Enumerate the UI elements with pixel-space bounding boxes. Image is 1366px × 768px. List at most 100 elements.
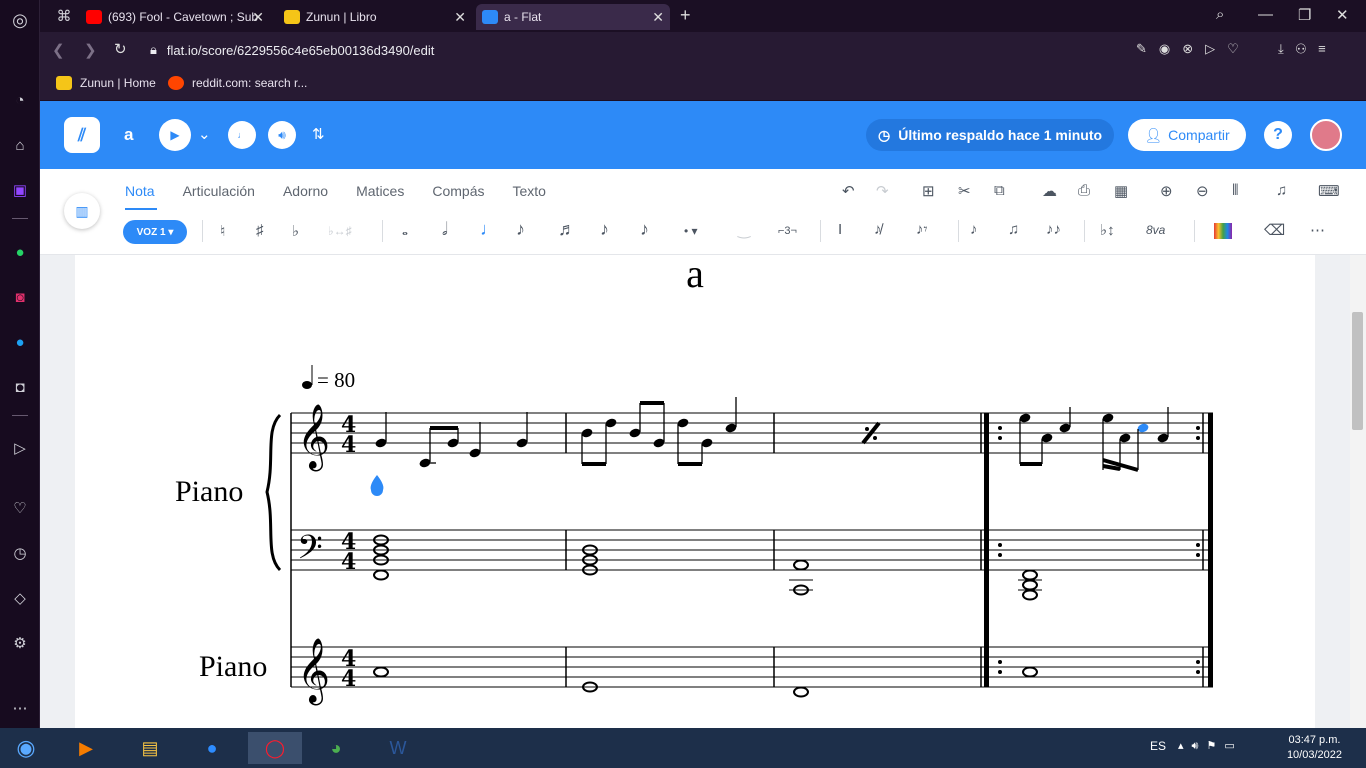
explorer-icon[interactable]: ▤ — [130, 732, 170, 764]
tab-compas[interactable]: Compás — [432, 183, 484, 199]
voice-selector[interactable]: VOZ 1 ▾ — [123, 220, 187, 244]
opera-icon[interactable]: ◯ — [248, 732, 302, 764]
player-icon[interactable]: ▷ — [8, 436, 32, 460]
tie-icon[interactable]: ‿ — [738, 221, 750, 239]
heart-icon[interactable]: ♡ — [8, 496, 32, 520]
metronome-button[interactable]: ♩ — [228, 121, 256, 149]
sixteenth-note-icon[interactable]: ♬ — [558, 219, 576, 240]
new-tab-icon[interactable]: + — [680, 5, 691, 26]
volume-button[interactable]: 🔊︎ — [268, 121, 296, 149]
back-icon[interactable]: ❮ — [52, 41, 65, 59]
grace-note-icon[interactable]: ♪ — [970, 221, 978, 238]
dot-icon[interactable]: • ▾ — [684, 224, 698, 238]
twitch-icon[interactable]: ▣ — [8, 178, 32, 202]
half-note-icon[interactable]: 𝅗𝅥 — [442, 219, 448, 240]
tab-adorno[interactable]: Adorno — [283, 183, 328, 199]
tab-articulacion[interactable]: Articulación — [183, 183, 255, 199]
score-name[interactable]: a — [124, 125, 133, 145]
instruments-icon[interactable]: ♫ — [1276, 182, 1287, 199]
briefcase-icon[interactable]: ⌂ — [8, 133, 32, 157]
piano-keyboard-button[interactable]: ▥ — [64, 193, 100, 229]
ottava-button[interactable]: 8va — [1146, 223, 1165, 237]
tab-zunun[interactable]: Zunun | Libro ✕ — [278, 4, 472, 30]
cursor-icon[interactable]: I — [838, 221, 842, 238]
rest-icon[interactable]: ♪𝄾 — [916, 221, 928, 238]
browser-actions[interactable]: ⤓⚇≡ — [1278, 41, 1338, 57]
cut-icon[interactable]: ✂ — [958, 182, 971, 200]
help-button[interactable]: ? — [1264, 121, 1292, 149]
enharmonic-icon[interactable]: ♭↔♯ — [328, 224, 352, 238]
transpose-icon[interactable]: ♭↕ — [1100, 221, 1115, 239]
discord-icon[interactable]: ◘ — [8, 375, 32, 399]
url-field[interactable]: 🔒︎ flat.io/score/6229556c4e65eb00136d349… — [150, 32, 434, 68]
export-icon[interactable]: ☁ — [1042, 182, 1057, 200]
add-measure-icon[interactable]: ⊞ — [922, 182, 935, 200]
tab-flat[interactable]: a - Flat ✕ — [476, 4, 670, 30]
tuplet-button[interactable]: ⌐3¬ — [778, 225, 797, 237]
view-mode-icon[interactable]: ⦀ — [1232, 182, 1239, 199]
zoom-out-icon[interactable]: ⊖ — [1196, 182, 1209, 200]
clear-icon[interactable]: ⌫ — [1264, 221, 1285, 239]
score-page[interactable]: a = 80 Piano Piano 𝄞 𝄢 𝄞 4 4 4 4 4 4 — [75, 251, 1315, 728]
sixty-fourth-note-icon[interactable]: ♪ — [640, 219, 649, 240]
layout-icon[interactable]: ▦ — [1114, 182, 1128, 200]
share-button[interactable]: 👤︎ Compartir — [1128, 119, 1246, 151]
twitter-icon[interactable]: ● — [8, 330, 32, 354]
beam-icon[interactable]: ♫ — [1008, 221, 1019, 238]
redo-icon[interactable]: ↷ — [876, 182, 889, 200]
opera-logo-icon[interactable]: ◎ — [8, 8, 32, 32]
sharp-icon[interactable]: ♯ — [256, 222, 264, 239]
reload-icon[interactable]: ↻ — [114, 40, 127, 58]
flat-logo-icon[interactable]: ⫽ — [64, 117, 100, 153]
color-icon[interactable] — [1214, 223, 1232, 239]
zoom-icon[interactable]: ● — [192, 732, 232, 764]
forward-icon[interactable]: ❯ — [84, 41, 97, 59]
flat-icon[interactable]: ♭ — [292, 222, 299, 240]
tab-youtube[interactable]: (693) Fool - Cavetown ; Sub ✕ — [80, 4, 270, 30]
bookmark-reddit[interactable]: reddit.com: search r... — [168, 76, 307, 90]
whole-note-icon[interactable]: 𝅝 — [402, 222, 408, 239]
chevron-down-icon[interactable]: ⌄ — [198, 125, 211, 143]
unbeam-icon[interactable]: ♪♪ — [1046, 221, 1061, 238]
whatsapp-icon[interactable]: ● — [8, 240, 32, 264]
backup-status[interactable]: ◷ Último respaldo hace 1 minuto — [866, 119, 1115, 151]
minimize-icon[interactable]: — — [1258, 6, 1273, 23]
gamepad-icon[interactable]: ⌘ — [52, 4, 76, 28]
settings-icon[interactable]: ⚙ — [8, 631, 32, 655]
play-button[interactable]: ▶ — [159, 119, 191, 151]
scrollbar-thumb[interactable] — [1352, 312, 1363, 430]
undo-icon[interactable]: ↶ — [842, 182, 855, 200]
window-close-icon[interactable]: ✕ — [1336, 6, 1349, 24]
tab-matices[interactable]: Matices — [356, 183, 404, 199]
tab-nota[interactable]: Nota — [125, 183, 155, 199]
tab-texto[interactable]: Texto — [512, 183, 545, 199]
tray-icons[interactable]: ▴🔊︎⚑▭ — [1178, 739, 1243, 753]
restore-icon[interactable]: ❐ — [1298, 6, 1311, 24]
quarter-note-icon[interactable]: ♩ — [480, 219, 498, 240]
mixer-icon[interactable]: ⇅ — [312, 125, 325, 143]
more-icon[interactable]: ⋯ — [1310, 221, 1325, 239]
keyboard-icon[interactable]: ⌨ — [1318, 182, 1340, 200]
chrome-icon[interactable]: ◕ — [316, 732, 356, 764]
thirty-second-note-icon[interactable]: ♪ — [600, 219, 609, 240]
natural-icon[interactable]: ♮ — [220, 222, 225, 240]
close-icon[interactable]: ✕ — [252, 9, 264, 26]
word-icon[interactable]: W — [378, 732, 418, 764]
zoom-in-icon[interactable]: ⊕ — [1160, 182, 1173, 200]
avatar[interactable] — [1310, 119, 1342, 151]
start-button-icon[interactable]: ◉ — [6, 732, 46, 764]
eighth-note-icon[interactable]: ♪ — [516, 219, 525, 240]
copy-icon[interactable]: ⧉ — [994, 182, 1005, 199]
more-icon[interactable]: ⋯ — [8, 696, 32, 720]
clock[interactable]: 03:47 p.m. 10/03/2022 — [1287, 733, 1342, 763]
close-icon[interactable]: ✕ — [652, 9, 664, 26]
media-player-icon[interactable]: ▶ — [66, 732, 106, 764]
close-icon[interactable]: ✕ — [454, 9, 466, 26]
instagram-icon[interactable]: ◙ — [8, 285, 32, 309]
history-icon[interactable]: ◷ — [8, 541, 32, 565]
language-indicator[interactable]: ES — [1150, 739, 1166, 753]
bookmark-zunun[interactable]: Zunun | Home — [56, 76, 156, 90]
address-actions[interactable]: ✎◉⊗▷♡ — [1136, 41, 1251, 57]
print-icon[interactable]: ⎙ — [1078, 182, 1090, 199]
delete-note-icon[interactable]: ♪̸ — [874, 221, 882, 238]
